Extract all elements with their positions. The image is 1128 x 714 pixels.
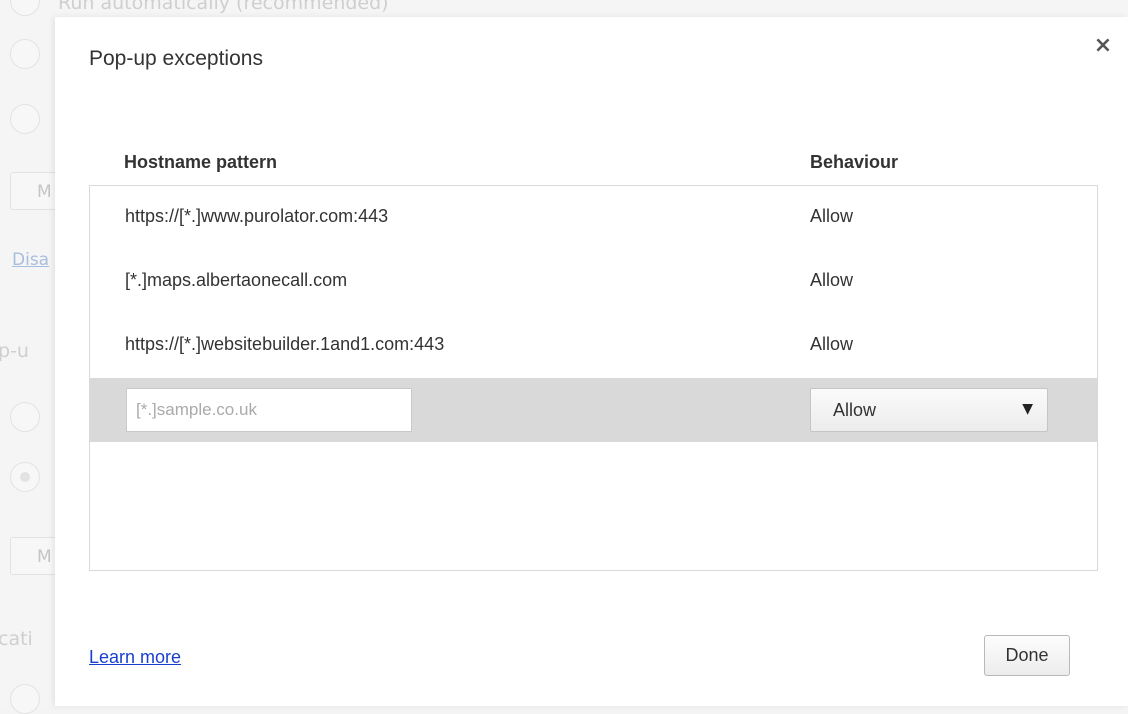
background-section-heading: cati	[0, 628, 33, 650]
hostname-pattern-input[interactable]	[126, 388, 412, 432]
background-manage-button: M	[10, 537, 55, 575]
column-header-hostname: Hostname pattern	[124, 152, 278, 172]
hostname-cell: https://[*.]websitebuilder.1and1.com:443	[125, 334, 445, 354]
hostname-cell: [*.]maps.albertaonecall.com	[125, 270, 348, 290]
exception-row[interactable]: [*.]maps.albertaonecall.com Allow	[90, 250, 1097, 314]
background-section-heading: p-u	[0, 340, 29, 362]
done-button[interactable]: Done	[984, 635, 1070, 676]
background-radio	[10, 684, 40, 714]
exceptions-list: https://[*.]www.purolator.com:443 Allow …	[89, 185, 1098, 571]
close-icon[interactable]: ×	[1092, 35, 1114, 57]
new-exception-row: Allow ▼	[90, 378, 1097, 442]
behaviour-cell: Allow	[810, 270, 854, 290]
exception-row[interactable]: https://[*.]www.purolator.com:443 Allow	[90, 186, 1097, 250]
exception-row[interactable]: https://[*.]websitebuilder.1and1.com:443…	[90, 314, 1097, 378]
background-option-text: Run automatically (recommended)	[58, 0, 389, 14]
behaviour-select-value: Allow	[833, 400, 877, 420]
behaviour-cell: Allow	[810, 334, 854, 354]
background-radio	[10, 0, 40, 16]
behaviour-cell: Allow	[810, 206, 854, 226]
background-radio	[10, 402, 40, 432]
dialog-title: Pop-up exceptions	[89, 47, 263, 70]
background-radio	[10, 104, 40, 134]
background-radio	[10, 39, 40, 69]
background-manage-button: M	[10, 172, 55, 210]
background-radio-selected	[10, 462, 40, 492]
chevron-down-icon: ▼	[1022, 401, 1033, 417]
popup-exceptions-dialog: × Pop-up exceptions Hostname pattern Beh…	[55, 17, 1128, 706]
background-link: Disa	[12, 250, 50, 270]
behaviour-select[interactable]: Allow ▼	[810, 388, 1048, 432]
column-header-behaviour: Behaviour	[810, 152, 899, 172]
learn-more-link[interactable]: Learn more	[89, 647, 181, 668]
hostname-cell: https://[*.]www.purolator.com:443	[125, 206, 389, 226]
